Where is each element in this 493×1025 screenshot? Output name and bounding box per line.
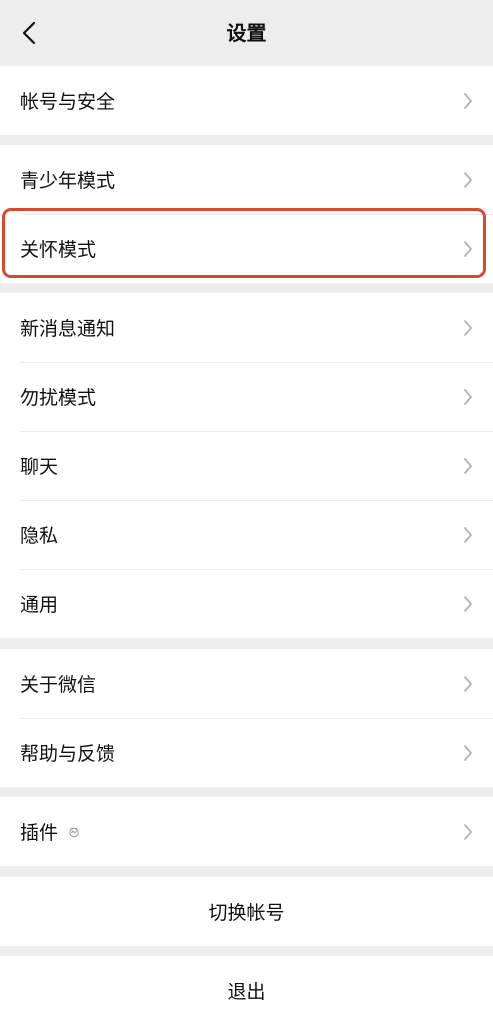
settings-item-privacy[interactable]: 隐私 [0, 500, 493, 569]
chevron-right-icon [464, 92, 472, 109]
settings-item-do-not-disturb[interactable]: 勿扰模式 [0, 362, 493, 431]
settings-item-label: 帐号与安全 [20, 91, 116, 113]
settings-item-label: 新消息通知 [20, 318, 116, 340]
logout-button[interactable]: 退出 [0, 956, 493, 1025]
chevron-right-icon [464, 457, 472, 474]
chevron-right-icon [464, 319, 472, 336]
settings-item-care-mode[interactable]: 关怀模式 [0, 214, 493, 283]
logout-label: 退出 [227, 981, 266, 1003]
settings-item-label: 聊天 [20, 456, 59, 478]
settings-item-chat[interactable]: 聊天 [0, 431, 493, 500]
settings-group-modes: 青少年模式 关怀模式 [0, 145, 493, 283]
switch-account-button[interactable]: 切换帐号 [0, 877, 493, 946]
settings-item-label: 勿扰模式 [20, 387, 97, 409]
chevron-right-icon [464, 171, 472, 188]
settings-item-help-feedback[interactable]: 帮助与反馈 [0, 718, 493, 787]
chevron-right-icon [464, 675, 472, 692]
settings-item-plugins[interactable]: 插件 [0, 797, 493, 866]
chevron-right-icon [464, 595, 472, 612]
settings-item-general[interactable]: 通用 [0, 569, 493, 638]
chevron-right-icon [464, 526, 472, 543]
chevron-right-icon [464, 240, 472, 257]
plugin-icon [69, 827, 79, 837]
chevron-right-icon [464, 823, 472, 840]
settings-item-notifications[interactable]: 新消息通知 [0, 293, 493, 362]
chevron-right-icon [464, 744, 472, 761]
settings-group-general: 新消息通知 勿扰模式 聊天 隐私 通用 [0, 293, 493, 638]
settings-item-account-security[interactable]: 帐号与安全 [0, 66, 493, 135]
settings-group-plugins: 插件 [0, 797, 493, 866]
settings-item-label: 插件 [20, 822, 59, 844]
settings-group-about: 关于微信 帮助与反馈 [0, 649, 493, 787]
settings-item-about-wechat[interactable]: 关于微信 [0, 649, 493, 718]
settings-item-label: 隐私 [20, 525, 59, 547]
settings-item-label: 关怀模式 [20, 239, 97, 261]
logout-group: 退出 [0, 956, 493, 1025]
chevron-right-icon [464, 388, 472, 405]
navigation-bar: 设置 [0, 0, 493, 66]
settings-item-teen-mode[interactable]: 青少年模式 [0, 145, 493, 214]
settings-item-label: 关于微信 [20, 674, 97, 696]
settings-item-label: 通用 [20, 594, 59, 616]
settings-group-account: 帐号与安全 [0, 66, 493, 135]
switch-account-group: 切换帐号 [0, 877, 493, 946]
settings-item-label: 青少年模式 [20, 170, 116, 192]
settings-item-label: 帮助与反馈 [20, 743, 116, 765]
switch-account-label: 切换帐号 [208, 902, 285, 924]
page-title: 设置 [226, 21, 267, 45]
